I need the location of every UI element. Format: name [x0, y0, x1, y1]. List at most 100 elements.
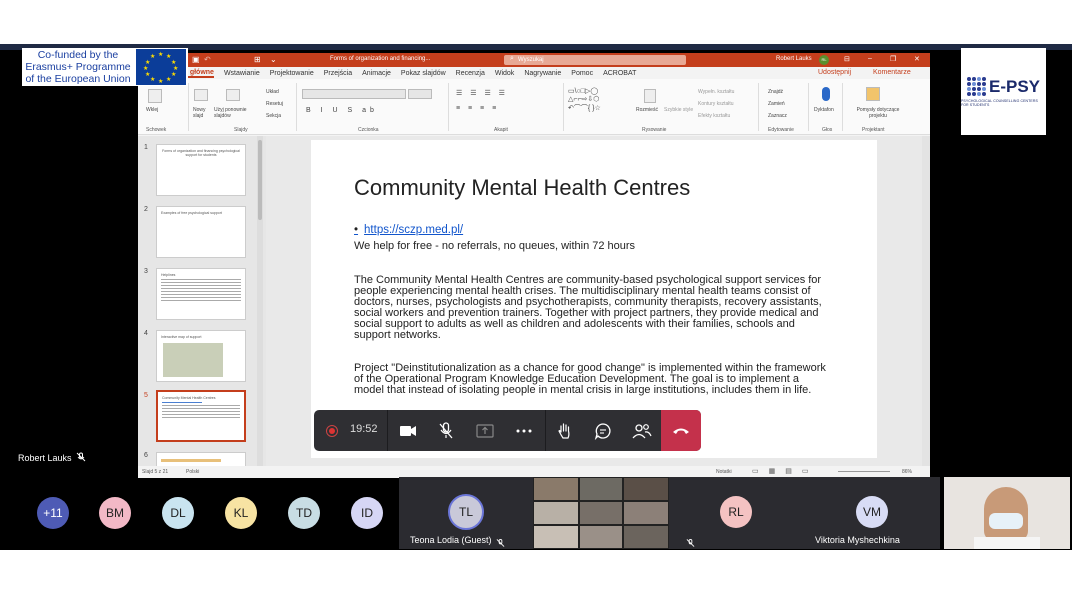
- ribbon-tabs: ndzia główne Wstawianie Projektowanie Pr…: [138, 67, 930, 79]
- group-voice-label: Głos: [822, 127, 833, 133]
- tab-insert[interactable]: Wstawianie: [224, 70, 260, 77]
- dictate-button[interactable]: Dyktafon: [814, 107, 834, 113]
- close-icon[interactable]: ✕: [914, 55, 920, 63]
- thumb-number: 5: [144, 392, 148, 399]
- select-button[interactable]: Zaznacz: [768, 113, 787, 119]
- font-size-select[interactable]: [408, 89, 432, 99]
- designer-icon[interactable]: [866, 87, 880, 101]
- reuse-slides-icon[interactable]: [226, 89, 240, 101]
- slide-thumbnail-4[interactable]: Interactive map of support: [156, 330, 246, 382]
- ppt-search-input[interactable]: Wyszukaj: [504, 55, 686, 65]
- notes-button[interactable]: Notatki: [716, 469, 732, 475]
- tab-slideshow[interactable]: Pokaz slajdów: [401, 70, 446, 77]
- tab-transitions[interactable]: Przejścia: [324, 70, 352, 77]
- thumb-number: 2: [144, 206, 148, 213]
- tab-recording[interactable]: Nagrywanie: [524, 70, 561, 77]
- font-name-select[interactable]: [302, 89, 406, 99]
- room-camera-tile[interactable]: [533, 477, 669, 549]
- slide-thumbnail-6[interactable]: [156, 452, 246, 466]
- shape-effects-button[interactable]: Efekty kształtu: [698, 113, 730, 119]
- tab-design[interactable]: Projektowanie: [270, 70, 314, 77]
- group-slides-label: Slajdy: [234, 127, 248, 133]
- undo-icon[interactable]: ↶: [204, 55, 211, 64]
- participant-avatar-kl[interactable]: KL: [225, 497, 257, 529]
- shape-outline-button[interactable]: Kontury kształtu: [698, 101, 734, 107]
- tab-animations[interactable]: Animacje: [362, 70, 391, 77]
- participant-avatar-td[interactable]: TD: [288, 497, 320, 529]
- document-title: Forms of organization and financing...: [330, 56, 431, 62]
- tab-acrobat[interactable]: ACROBAT: [603, 70, 636, 77]
- chat-button[interactable]: [584, 410, 622, 451]
- paste-icon[interactable]: [148, 89, 162, 103]
- reset-button[interactable]: Resetuj: [266, 101, 283, 107]
- thumbnail-scrollbar[interactable]: [257, 136, 263, 466]
- more-commands-icon[interactable]: ⌄: [270, 55, 277, 64]
- slide-line-1: We help for free - no referrals, no queu…: [354, 240, 636, 252]
- mute-button[interactable]: [427, 410, 465, 451]
- list-icons[interactable]: ☰ ☰ ☰ ☰: [456, 89, 508, 97]
- quick-styles-button[interactable]: Szybkie style: [664, 107, 693, 113]
- tab-view[interactable]: Widok: [495, 70, 514, 77]
- raise-hand-button[interactable]: [546, 410, 584, 451]
- section-button[interactable]: Sekcja: [266, 113, 281, 119]
- slide-thumbnail-5[interactable]: Community Mental Health Centres: [156, 390, 246, 442]
- design-ideas-button[interactable]: Pomysły dotyczące projektu: [848, 107, 908, 119]
- minimize-icon[interactable]: –: [868, 55, 872, 62]
- share-screen-button[interactable]: [466, 410, 504, 451]
- align-icons[interactable]: ≡ ≡ ≡ ≡: [456, 105, 499, 112]
- new-slide-icon[interactable]: [194, 89, 208, 101]
- mic-off-icon: [686, 535, 695, 553]
- microphone-icon[interactable]: [822, 87, 830, 101]
- ppt-user-name: Robert Lauks: [776, 56, 812, 62]
- paste-button[interactable]: Wklej: [146, 107, 158, 113]
- ribbon-display-icon[interactable]: ⊟: [844, 55, 850, 63]
- camera-button[interactable]: [389, 410, 427, 451]
- arrange-icon[interactable]: [644, 89, 656, 103]
- more-participants-badge[interactable]: +11: [37, 497, 69, 529]
- slide-thumbnail-1[interactable]: Forms of organization and financing psyc…: [156, 144, 246, 196]
- self-camera-tile[interactable]: [944, 477, 1070, 549]
- reuse-slides-button[interactable]: Użyj ponownie slajdów: [214, 107, 254, 119]
- view-buttons[interactable]: ▭▦▤▭: [752, 467, 818, 475]
- find-button[interactable]: Znajdź: [768, 89, 783, 95]
- recording-icon: [326, 425, 338, 437]
- present-icon[interactable]: ⊞: [254, 55, 261, 64]
- zoom-level[interactable]: 86%: [902, 469, 912, 475]
- sczp-link[interactable]: https://sczp.med.pl/: [364, 224, 463, 236]
- language-indicator[interactable]: Polski: [186, 469, 199, 475]
- slide-thumbnail-2[interactable]: Examples of free psychological support: [156, 206, 246, 258]
- new-slide-button[interactable]: Nowy slajd: [193, 107, 213, 119]
- ppt-titlebar: ▣ ↶ ⊞ ⌄ Forms of organization and financ…: [138, 53, 930, 67]
- share-button[interactable]: Udostępnij: [818, 69, 851, 76]
- participant-avatar-bm[interactable]: BM: [99, 497, 131, 529]
- replace-button[interactable]: Zamień: [768, 101, 785, 107]
- presenter-name: Robert Lauks: [18, 453, 72, 463]
- more-options-button[interactable]: [505, 410, 543, 451]
- participant-avatar-dl[interactable]: DL: [162, 497, 194, 529]
- participants-button[interactable]: [623, 410, 661, 451]
- arrange-button[interactable]: Rozmieść: [636, 107, 658, 113]
- shape-fill-button[interactable]: Wypełn. kształtu: [698, 89, 734, 95]
- group-clipboard-label: Schowek: [146, 127, 167, 133]
- slide-counter: Slajd 5 z 21: [142, 469, 169, 475]
- tab-review[interactable]: Recenzja: [456, 70, 485, 77]
- phone-hangup-icon: [672, 422, 690, 440]
- hang-up-button[interactable]: [661, 410, 701, 451]
- participant-tile-teona[interactable]: TL Teona Lodia (Guest): [399, 477, 533, 549]
- comments-button[interactable]: Komentarze: [873, 69, 911, 76]
- thumb-number: 4: [144, 330, 148, 337]
- shapes-gallery[interactable]: ▭\○□▷◯ △⌐⌐⇨⇩⬡ ↶⌒⌒{ }☆: [568, 87, 601, 113]
- slide-scrollbar[interactable]: [922, 136, 930, 466]
- epsy-dots-icon: [966, 77, 986, 96]
- layout-button[interactable]: Układ: [266, 89, 279, 95]
- ppt-user-avatar[interactable]: RL: [819, 55, 829, 65]
- restore-icon[interactable]: ❐: [890, 55, 896, 63]
- font-format-icons[interactable]: B I U S ab: [306, 107, 378, 114]
- zoom-slider[interactable]: [838, 471, 890, 472]
- slide-thumbnail-3[interactable]: Helplines: [156, 268, 246, 320]
- participant-tile-rl[interactable]: RL: [669, 477, 804, 549]
- tab-help[interactable]: Pomoc: [571, 70, 593, 77]
- save-icon[interactable]: ▣: [192, 55, 200, 64]
- participant-avatar-id[interactable]: ID: [351, 497, 383, 529]
- participant-tile-vm[interactable]: VM Viktoria Myshechkina: [804, 477, 940, 549]
